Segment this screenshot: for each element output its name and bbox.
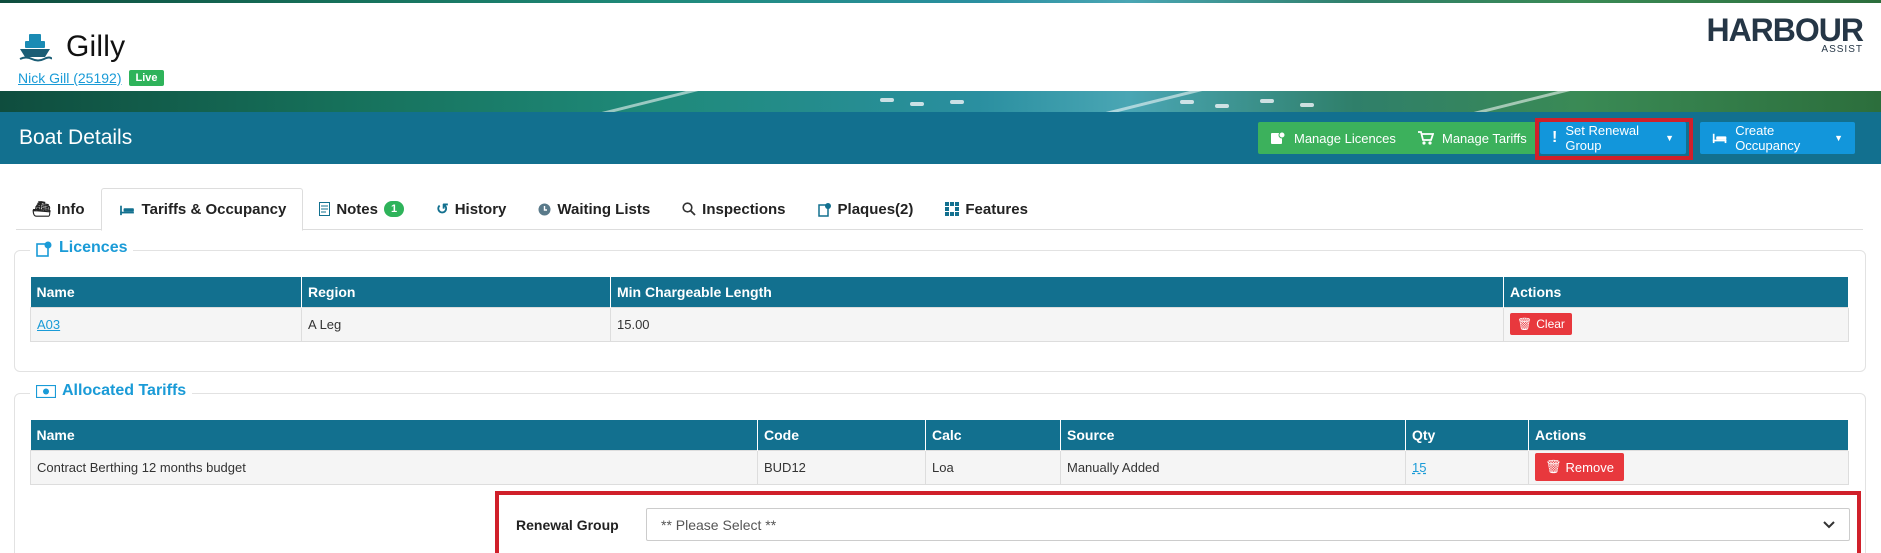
harbour-assist-logo: HARBOUR ASSIST	[1706, 12, 1864, 55]
clear-button[interactable]: 🗑 Clear	[1510, 313, 1572, 335]
code-cell: BUD12	[757, 449, 926, 485]
document-icon	[319, 202, 331, 216]
calc-cell: Loa	[925, 449, 1061, 485]
remove-button[interactable]: 🗑 Remove	[1535, 453, 1624, 481]
grid-icon	[945, 202, 960, 216]
highlight-set-renewal-group	[1535, 118, 1693, 160]
trash-icon: 🗑	[1517, 317, 1533, 331]
bed-icon	[1712, 133, 1727, 144]
clock-icon	[538, 203, 551, 215]
column-header: Calc	[925, 420, 1061, 450]
tab-history[interactable]: ↺ History	[420, 188, 522, 230]
licence-icon	[1271, 131, 1286, 144]
min-length-cell: 15.00	[610, 306, 1504, 342]
tab-waiting-lists[interactable]: Waiting Lists	[522, 188, 666, 230]
allocated-tariffs-legend: Allocated Tariffs	[30, 382, 193, 400]
caret-down-icon: ▼	[1834, 133, 1843, 143]
allocated-tariffs-table: Name Code Calc Source Qty Actions Contra…	[30, 420, 1849, 485]
tab-plaques[interactable]: Plaques(2)	[802, 188, 930, 230]
tariff-name-cell: Contract Berthing 12 months budget	[30, 449, 758, 485]
column-header: Min Chargeable Length	[610, 277, 1504, 307]
plaque-icon	[817, 202, 831, 217]
title-area	[0, 3, 1881, 91]
licences-legend: Licences	[30, 239, 134, 257]
ship-icon: ⛴	[32, 201, 52, 218]
region-cell: A Leg	[301, 306, 611, 342]
history-icon: ↺	[436, 201, 449, 218]
create-occupancy-label: Create Occupancy	[1735, 123, 1801, 153]
column-header: Actions	[1503, 277, 1849, 307]
hero-banner	[0, 0, 1881, 112]
licence-icon	[36, 241, 52, 257]
table-header-row: Name Code Calc Source Qty Actions	[30, 420, 1849, 450]
licences-table: Name Region Min Chargeable Length Action…	[30, 277, 1849, 342]
chevron-down-icon	[1823, 520, 1835, 528]
manage-licences-label: Manage Licences	[1294, 130, 1396, 146]
cart-icon	[1418, 131, 1434, 145]
renewal-group-value: ** Please Select **	[661, 516, 777, 533]
renewal-group-label: Renewal Group	[516, 517, 619, 533]
create-occupancy-button[interactable]: Create Occupancy ▼	[1700, 122, 1855, 154]
column-header: Name	[30, 420, 758, 450]
tab-features[interactable]: Features	[929, 188, 1044, 230]
owner-row: Nick Gill (25192) Live	[18, 70, 164, 86]
manage-licences-button[interactable]: Manage Licences	[1258, 122, 1408, 154]
column-header: Code	[757, 420, 926, 450]
column-header: Source	[1060, 420, 1406, 450]
boat-title-row: Gilly	[18, 30, 125, 64]
tab-notes[interactable]: Notes 1	[303, 188, 420, 230]
table-row: Contract Berthing 12 months budget BUD12…	[30, 449, 1849, 485]
search-icon	[682, 202, 696, 216]
column-header: Region	[301, 277, 611, 307]
bed-icon	[119, 205, 134, 215]
money-icon	[36, 384, 56, 398]
source-cell: Manually Added	[1060, 449, 1406, 485]
tab-bar: ⛴ Info Tariffs & Occupancy Notes 1 ↺ His…	[16, 188, 1863, 231]
licence-link[interactable]: A03	[37, 317, 60, 332]
boat-name: Gilly	[66, 30, 126, 63]
renewal-group-select[interactable]: ** Please Select **	[646, 508, 1850, 541]
status-badge: Live	[129, 70, 164, 86]
manage-tariffs-label: Manage Tariffs	[1442, 130, 1527, 146]
tab-inspections[interactable]: Inspections	[666, 188, 801, 230]
tab-tariffs-occupancy[interactable]: Tariffs & Occupancy	[100, 188, 304, 231]
trash-icon: 🗑	[1545, 459, 1562, 474]
table-header-row: Name Region Min Chargeable Length Action…	[30, 277, 1849, 307]
manage-tariffs-button[interactable]: Manage Tariffs	[1405, 122, 1539, 154]
ship-icon	[19, 34, 52, 62]
notes-count-badge: 1	[384, 201, 405, 217]
owner-link[interactable]: Nick Gill (25192)	[18, 70, 121, 86]
panel-title: Boat Details	[19, 126, 133, 149]
table-row: A03 A Leg 15.00 🗑 Clear	[30, 306, 1849, 342]
qty-link[interactable]: 15	[1412, 460, 1426, 475]
column-header: Actions	[1528, 420, 1849, 450]
column-header: Name	[30, 277, 302, 307]
tab-info[interactable]: ⛴ Info	[16, 188, 101, 230]
column-header: Qty	[1405, 420, 1529, 450]
